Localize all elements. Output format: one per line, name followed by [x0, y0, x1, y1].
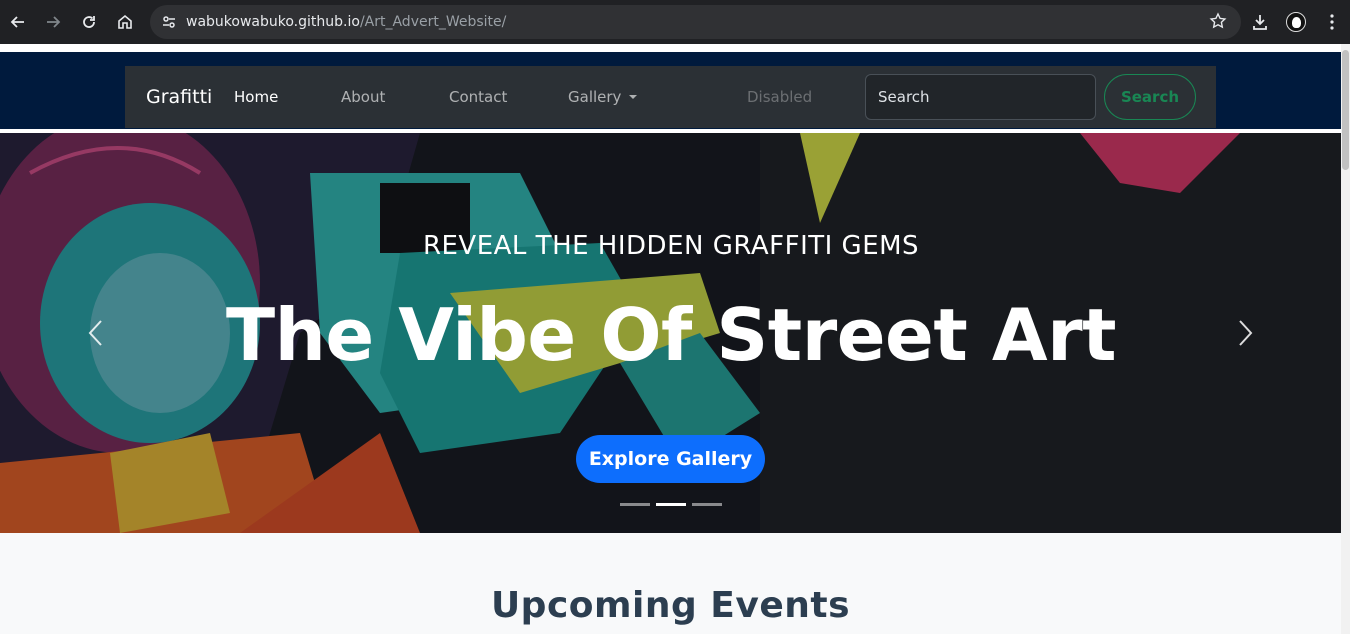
- search-input[interactable]: [865, 74, 1096, 120]
- site-settings-icon[interactable]: [152, 14, 186, 30]
- events-section: Upcoming Events: [0, 533, 1341, 634]
- nav-gallery-dropdown[interactable]: Gallery: [568, 88, 638, 106]
- hero-title: The Vibe Of Street Art: [225, 293, 1117, 377]
- url-host: wabukowabuko.github.io: [186, 14, 360, 30]
- chevron-down-icon: [629, 95, 638, 99]
- reload-icon[interactable]: [71, 0, 107, 44]
- more-menu-icon[interactable]: [1314, 0, 1350, 44]
- navbar: Grafitti Home About Contact Gallery Disa…: [125, 66, 1216, 128]
- carousel-indicator-3[interactable]: [692, 503, 722, 506]
- page-scrollbar[interactable]: [1341, 44, 1350, 634]
- hero-kicker: REVEAL THE HIDDEN GRAFFITI GEMS: [422, 231, 920, 261]
- url-path: /Art_Advert_Website/: [359, 14, 507, 30]
- forward-icon[interactable]: [35, 0, 71, 44]
- back-icon[interactable]: [0, 0, 36, 44]
- carousel-indicator-2[interactable]: [656, 503, 686, 506]
- carousel-indicator-1[interactable]: [620, 503, 650, 506]
- profile-avatar[interactable]: [1278, 0, 1314, 44]
- scrollbar-thumb[interactable]: [1342, 50, 1349, 170]
- toolbar-right: [1242, 0, 1350, 44]
- home-icon[interactable]: [107, 0, 143, 44]
- download-icon[interactable]: [1242, 0, 1278, 44]
- web-page: Grafitti Home About Contact Gallery Disa…: [0, 44, 1350, 634]
- address-bar[interactable]: wabukowabuko.github.io/Art_Advert_Websit…: [150, 5, 1241, 39]
- nav-home[interactable]: Home: [234, 88, 278, 106]
- brand-logo[interactable]: Grafitti: [146, 86, 212, 108]
- bookmark-star-icon[interactable]: [1209, 12, 1227, 34]
- browser-toolbar: wabukowabuko.github.io/Art_Advert_Websit…: [0, 0, 1350, 44]
- nav-disabled: Disabled: [747, 88, 813, 106]
- nav-contact[interactable]: Contact: [449, 88, 507, 106]
- events-heading: Upcoming Events: [490, 585, 851, 626]
- carousel-indicators: [620, 503, 722, 506]
- url-text: wabukowabuko.github.io/Art_Advert_Websit…: [186, 14, 506, 30]
- site-header: Grafitti Home About Contact Gallery Disa…: [0, 50, 1341, 129]
- nav-about[interactable]: About: [341, 88, 385, 106]
- explore-gallery-button[interactable]: Explore Gallery: [576, 435, 765, 483]
- avatar: [1286, 12, 1306, 32]
- nav-gallery-label: Gallery: [568, 88, 622, 106]
- search-button[interactable]: Search: [1104, 74, 1196, 120]
- hero-carousel: REVEAL THE HIDDEN GRAFFITI GEMS The Vibe…: [0, 133, 1346, 533]
